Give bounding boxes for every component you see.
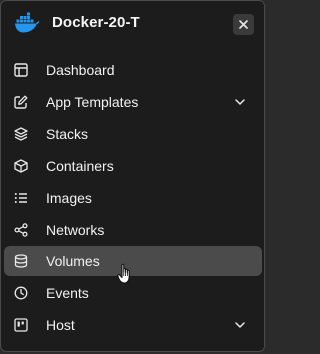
sidebar-item-label: Networks: [46, 222, 105, 238]
database-icon: [14, 254, 28, 268]
list-icon: [14, 193, 27, 203]
sidebar-item-app-templates[interactable]: App Templates: [4, 87, 262, 117]
sidebar-item-dashboard[interactable]: Dashboard: [4, 55, 262, 85]
sidebar-item-label: Stacks: [46, 126, 89, 142]
edit-icon: [14, 95, 28, 109]
box-icon: [14, 159, 28, 173]
chevron-down-icon[interactable]: [235, 98, 245, 106]
sidebar-item-label: Host: [46, 317, 75, 333]
environment-sidebar-panel: Docker-20-T Dashboard App Templates Stac…: [0, 0, 265, 352]
environment-header: Docker-20-T: [1, 1, 264, 49]
sidebar-item-stacks[interactable]: Stacks: [4, 119, 262, 149]
close-environment-button[interactable]: [233, 14, 254, 35]
close-icon: [239, 20, 248, 29]
docker-whale-icon: [15, 12, 40, 33]
clock-icon: [14, 286, 28, 300]
sidebar-item-networks[interactable]: Networks: [4, 215, 262, 245]
share-icon: [14, 223, 28, 237]
sidebar-item-containers[interactable]: Containers: [4, 151, 262, 181]
server-icon: [14, 318, 28, 332]
sidebar-item-label: App Templates: [46, 94, 139, 110]
sidebar-item-images[interactable]: Images: [4, 183, 262, 213]
sidebar-item-label: Images: [46, 190, 92, 206]
sidebar-item-label: Dashboard: [46, 62, 115, 78]
sidebar-item-label: Volumes: [46, 253, 100, 269]
sidebar-item-events[interactable]: Events: [4, 278, 262, 308]
dashboard-icon: [14, 63, 28, 77]
chevron-down-icon[interactable]: [235, 321, 245, 329]
sidebar-item-volumes[interactable]: Volumes: [4, 246, 262, 276]
sidebar-item-label: Events: [46, 285, 89, 301]
sidebar-item-host[interactable]: Host: [4, 310, 262, 340]
environment-name: Docker-20-T: [52, 14, 140, 31]
sidebar-item-label: Containers: [46, 158, 114, 174]
layers-icon: [14, 127, 28, 141]
